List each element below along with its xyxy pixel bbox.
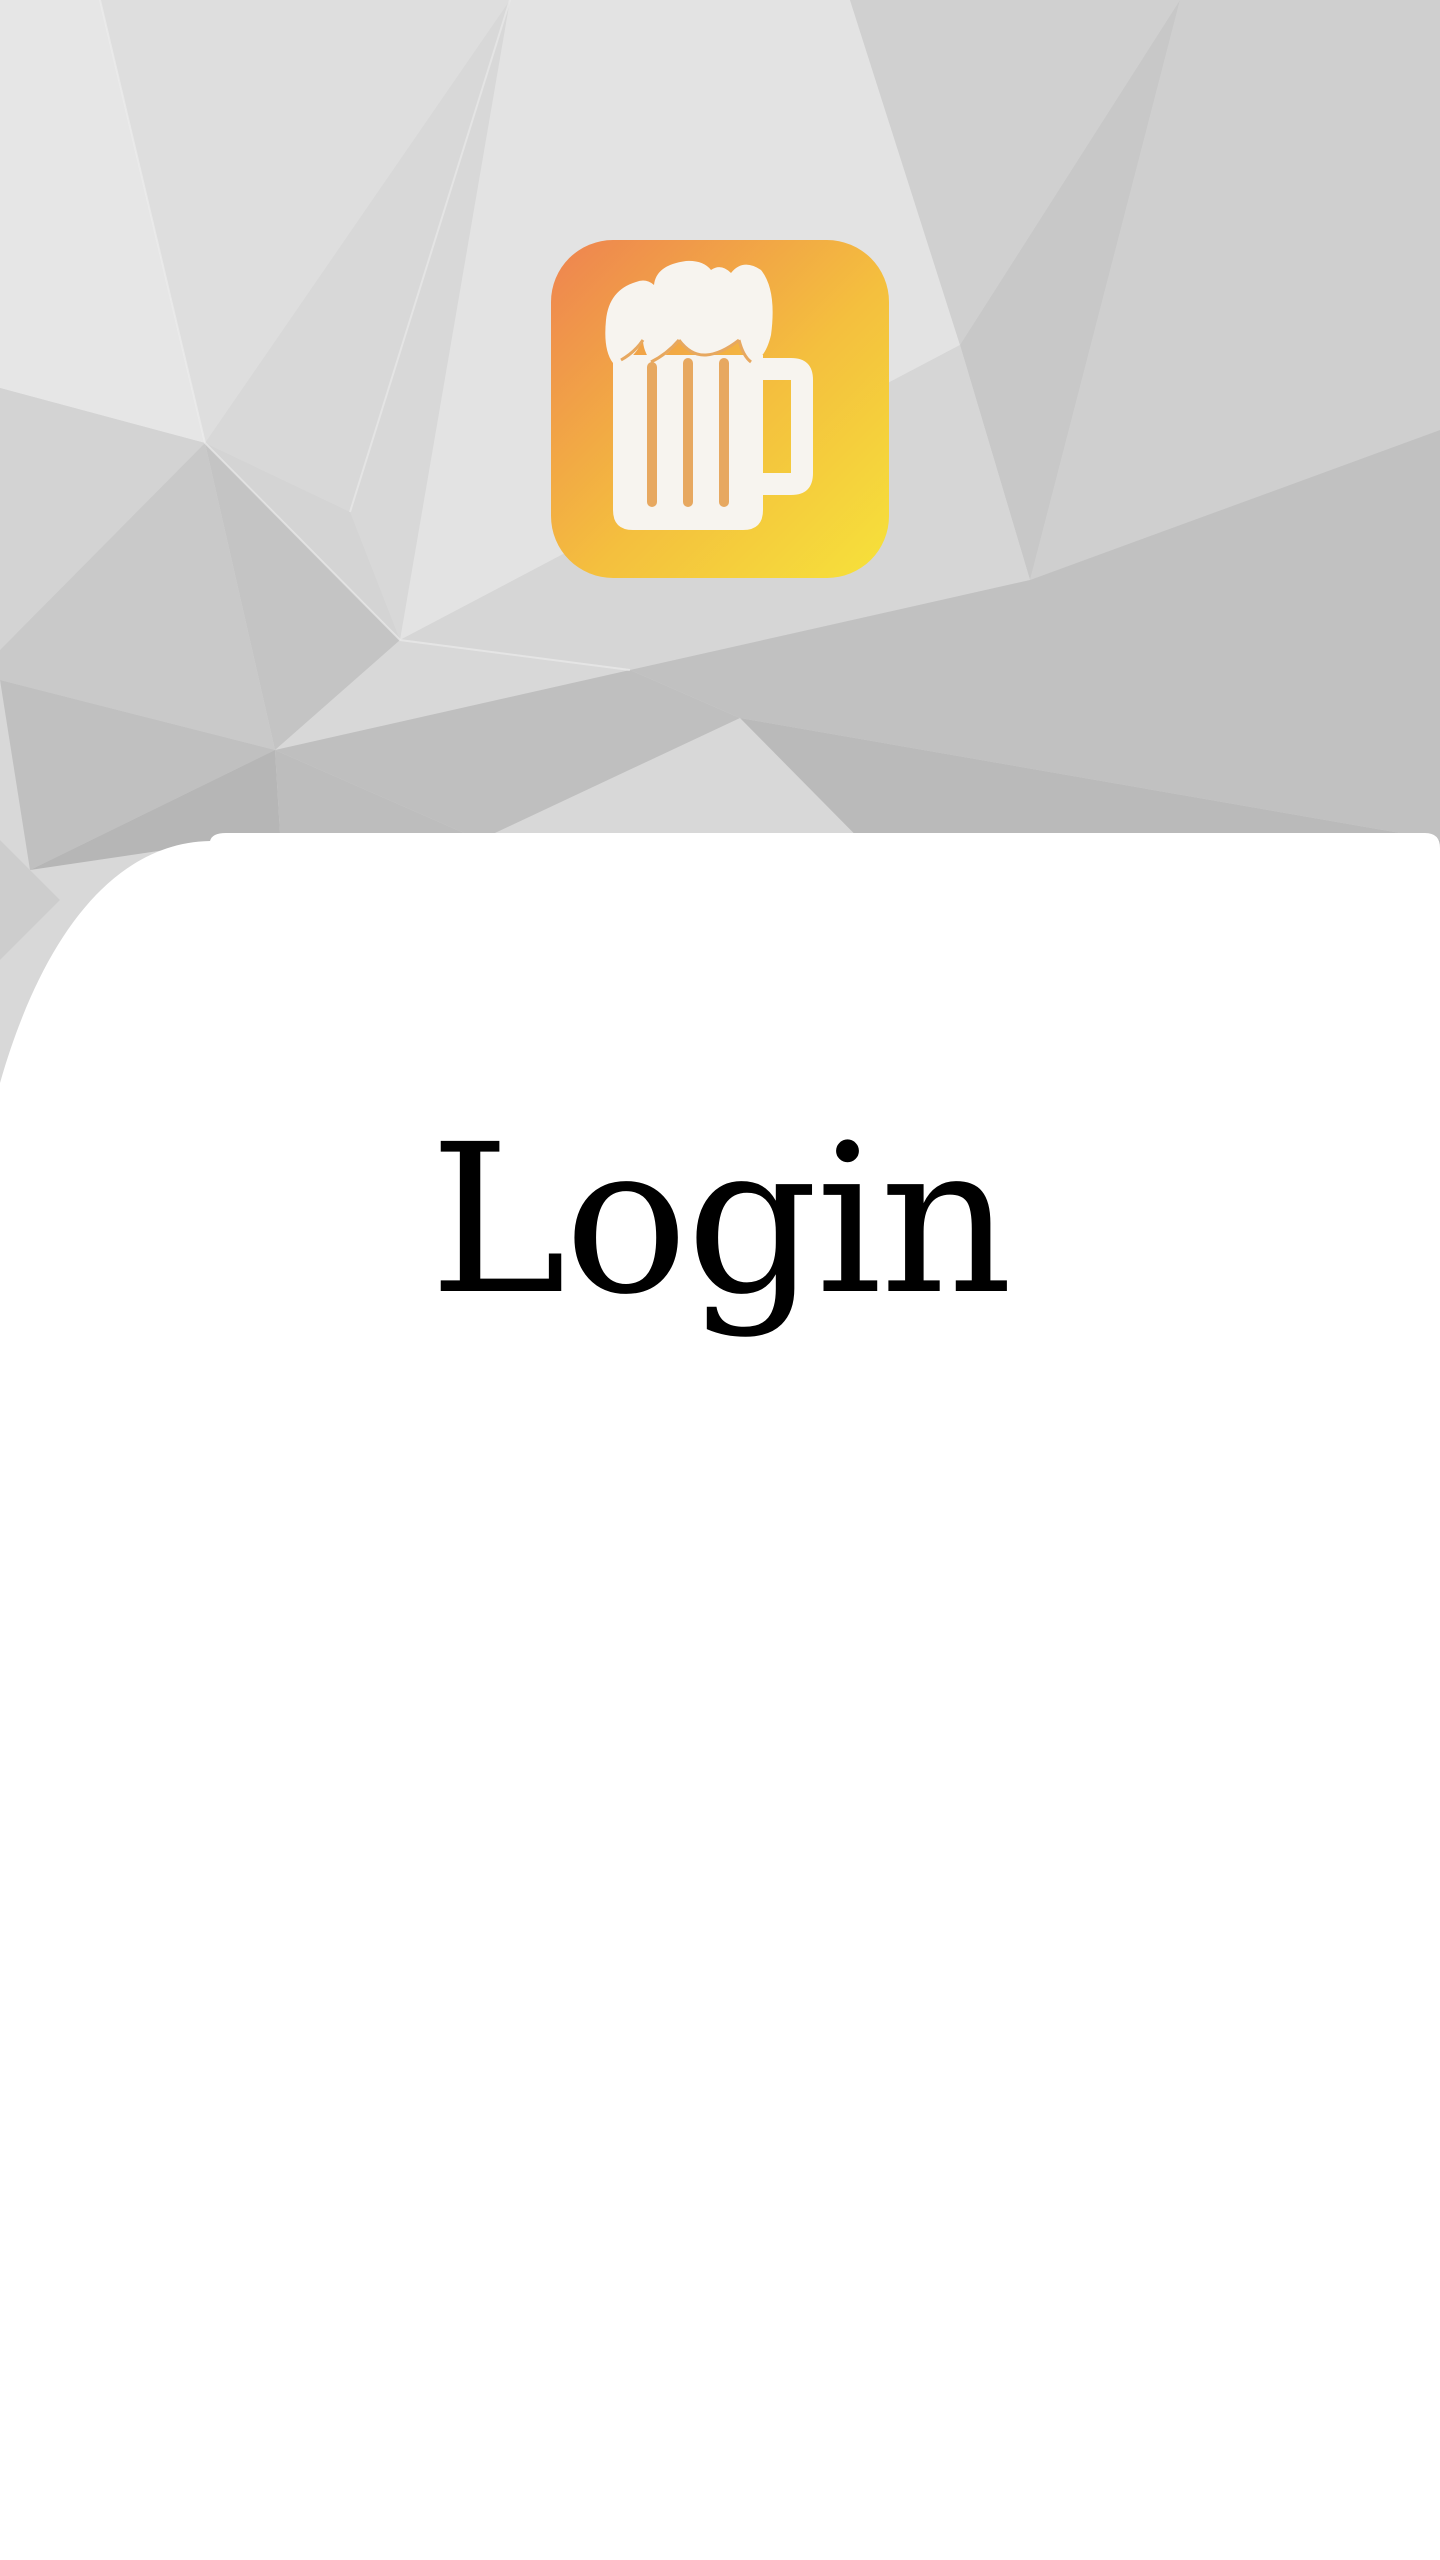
page-title: Login: [429, 1100, 1012, 1340]
login-screen: Login: [0, 0, 1440, 2560]
app-logo: [551, 240, 889, 578]
beer-mug-icon: [551, 240, 889, 578]
